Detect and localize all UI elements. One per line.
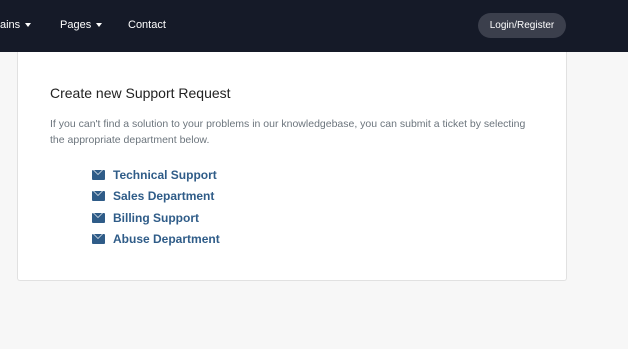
nav-item-pages-label: Pages bbox=[60, 19, 92, 31]
department-list: Technical Support Sales Department Billi… bbox=[92, 164, 220, 250]
caret-down-icon bbox=[96, 23, 103, 27]
envelope-icon bbox=[92, 234, 105, 245]
nav-item-contact[interactable]: Contact bbox=[128, 18, 166, 32]
department-label: Sales Department bbox=[113, 189, 215, 204]
login-register-button[interactable]: Login/Register bbox=[478, 13, 566, 38]
department-label: Billing Support bbox=[113, 210, 199, 225]
envelope-icon bbox=[92, 191, 105, 202]
nav-item-domains-label: ains bbox=[0, 19, 21, 31]
department-link-technical-support[interactable]: Technical Support bbox=[92, 164, 220, 186]
department-label: Technical Support bbox=[113, 167, 217, 182]
caret-down-icon bbox=[25, 23, 32, 27]
envelope-icon bbox=[92, 212, 105, 223]
envelope-icon bbox=[92, 169, 105, 180]
department-link-sales-department[interactable]: Sales Department bbox=[92, 186, 220, 208]
nav-item-domains[interactable]: ains bbox=[0, 18, 32, 32]
department-label: Abuse Department bbox=[113, 232, 220, 247]
page-title: Create new Support Request bbox=[50, 85, 231, 101]
department-link-billing-support[interactable]: Billing Support bbox=[92, 207, 220, 229]
top-navbar: ains Pages Contact Login/Register bbox=[0, 0, 628, 52]
card-description: If you can't find a solution to your pro… bbox=[50, 118, 526, 146]
nav-item-pages[interactable]: Pages bbox=[60, 18, 103, 32]
nav-item-contact-label: Contact bbox=[128, 19, 166, 31]
department-link-abuse-department[interactable]: Abuse Department bbox=[92, 229, 220, 251]
support-request-card: Create new Support Request If you can't … bbox=[17, 52, 567, 281]
